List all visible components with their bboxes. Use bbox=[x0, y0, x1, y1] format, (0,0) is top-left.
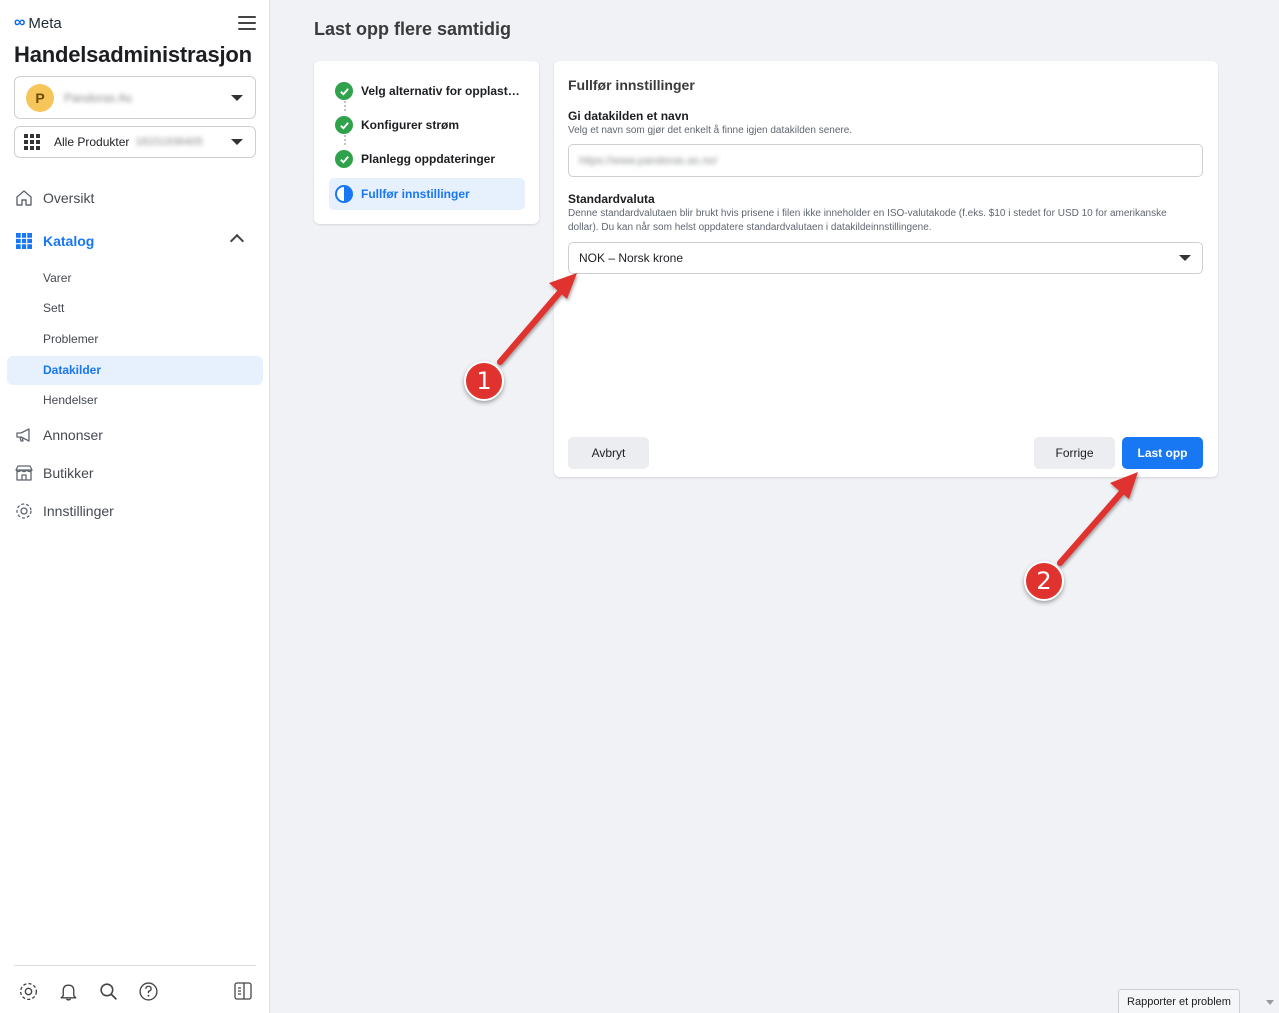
catalog-selector[interactable]: Alle Produkter 18151936405 bbox=[14, 126, 256, 158]
step-label: Planlegg oppdateringer bbox=[361, 152, 496, 166]
step-1[interactable]: Velg alternativ for opplast… bbox=[329, 75, 525, 107]
arrow-2 bbox=[1057, 472, 1138, 566]
toggle-panel-icon[interactable] bbox=[233, 981, 253, 1001]
sidebar-footer bbox=[14, 965, 256, 1013]
nav-sub-varer[interactable]: Varer bbox=[43, 268, 71, 288]
datasource-name-input[interactable]: https://www.pandoras.as.no/ bbox=[568, 144, 1203, 177]
upload-button[interactable]: Last opp bbox=[1122, 437, 1203, 469]
meta-logo[interactable]: ∞ Meta bbox=[14, 14, 62, 32]
half-circle-progress-icon bbox=[335, 185, 353, 203]
catalog-grid-icon bbox=[16, 233, 32, 249]
step-label: Konfigurer strøm bbox=[361, 118, 460, 132]
catalog-id: 18151936405 bbox=[135, 136, 203, 148]
nav-overview-label: Oversikt bbox=[43, 190, 95, 206]
nav-overview[interactable]: Oversikt bbox=[14, 183, 94, 213]
nav-catalog[interactable]: Katalog bbox=[14, 226, 94, 256]
previous-button[interactable]: Forrige bbox=[1034, 437, 1115, 469]
chevron-up-icon[interactable] bbox=[229, 233, 245, 249]
caret-down-icon bbox=[231, 94, 243, 101]
nav-sub-hendelser[interactable]: Hendelser bbox=[43, 390, 98, 410]
datasource-name-label: Gi datakilden et navn bbox=[568, 109, 689, 123]
catalog-label: Alle Produkter bbox=[54, 135, 130, 149]
report-problem-button[interactable]: Rapporter et problem bbox=[1118, 989, 1240, 1013]
datasource-name-help: Velg et navn som gjør det enkelt å finne… bbox=[568, 125, 853, 136]
currency-value: NOK – Norsk krone bbox=[579, 251, 684, 265]
step-4[interactable]: Fullfør innstillinger bbox=[329, 178, 525, 210]
nav-ads[interactable]: Annonser bbox=[14, 420, 103, 450]
megaphone-icon bbox=[16, 428, 30, 442]
grid-icon bbox=[24, 134, 40, 150]
account-selector[interactable]: P Pandoras As bbox=[14, 76, 256, 119]
check-circle-icon bbox=[335, 150, 353, 168]
bell-icon[interactable] bbox=[58, 981, 79, 1002]
currency-label: Standardvaluta bbox=[568, 192, 655, 206]
caret-down-icon bbox=[1179, 255, 1191, 261]
nav-catalog-label: Katalog bbox=[43, 233, 95, 249]
home-icon bbox=[16, 190, 32, 206]
nav-sub-sett[interactable]: Sett bbox=[43, 298, 64, 318]
step-2[interactable]: Konfigurer strøm bbox=[329, 109, 525, 141]
app-title: Handelsadministrasjon bbox=[14, 42, 252, 67]
help-icon[interactable] bbox=[138, 981, 159, 1002]
sidebar: ∞ Meta Handelsadministrasjon P Pandoras … bbox=[0, 0, 270, 1013]
settings-form: Fullfør innstillinger Gi datakilden et n… bbox=[554, 61, 1218, 477]
nav-shops[interactable]: Butikker bbox=[14, 458, 94, 488]
caret-down-icon bbox=[231, 139, 243, 145]
nav-shops-label: Butikker bbox=[43, 465, 94, 481]
datasource-name-value: https://www.pandoras.as.no/ bbox=[579, 154, 718, 167]
cancel-button[interactable]: Avbryt bbox=[568, 437, 649, 469]
nav-sub-datakilder[interactable]: Datakilder bbox=[43, 360, 101, 380]
nav-settings-label: Innstillinger bbox=[43, 503, 114, 519]
annotation-badge-1: 1 bbox=[464, 361, 504, 401]
nav-sub-problemer[interactable]: Problemer bbox=[43, 329, 98, 349]
check-circle-icon bbox=[335, 82, 353, 100]
menu-icon[interactable] bbox=[238, 16, 256, 30]
settings-gear-icon[interactable] bbox=[18, 981, 39, 1002]
annotation-badge-2: 2 bbox=[1024, 561, 1064, 601]
nav-settings[interactable]: Innstillinger bbox=[14, 496, 114, 526]
step-label: Velg alternativ for opplast… bbox=[361, 84, 520, 98]
account-name: Pandoras As bbox=[64, 90, 133, 105]
gear-icon bbox=[16, 503, 32, 519]
shop-icon bbox=[15, 465, 33, 481]
meta-infinity-icon: ∞ bbox=[14, 14, 26, 31]
page-title: Last opp flere samtidig bbox=[314, 19, 512, 39]
steps-panel: Velg alternativ for opplast… Konfigurer … bbox=[314, 61, 539, 224]
avatar: P bbox=[26, 83, 54, 112]
currency-help: Denne standardvalutaen blir brukt hvis p… bbox=[568, 208, 1167, 233]
search-icon[interactable] bbox=[98, 981, 119, 1002]
nav-ads-label: Annonser bbox=[43, 427, 103, 443]
currency-select[interactable]: NOK – Norsk krone bbox=[568, 242, 1203, 274]
meta-brand-text: Meta bbox=[28, 14, 62, 32]
check-circle-icon bbox=[335, 116, 353, 134]
step-label: Fullfør innstillinger bbox=[361, 187, 470, 201]
step-3[interactable]: Planlegg oppdateringer bbox=[329, 143, 525, 175]
scroll-down-arrow-icon[interactable] bbox=[1266, 1000, 1274, 1005]
meta-header: ∞ Meta bbox=[14, 12, 256, 34]
form-title: Fullfør innstillinger bbox=[568, 77, 695, 93]
